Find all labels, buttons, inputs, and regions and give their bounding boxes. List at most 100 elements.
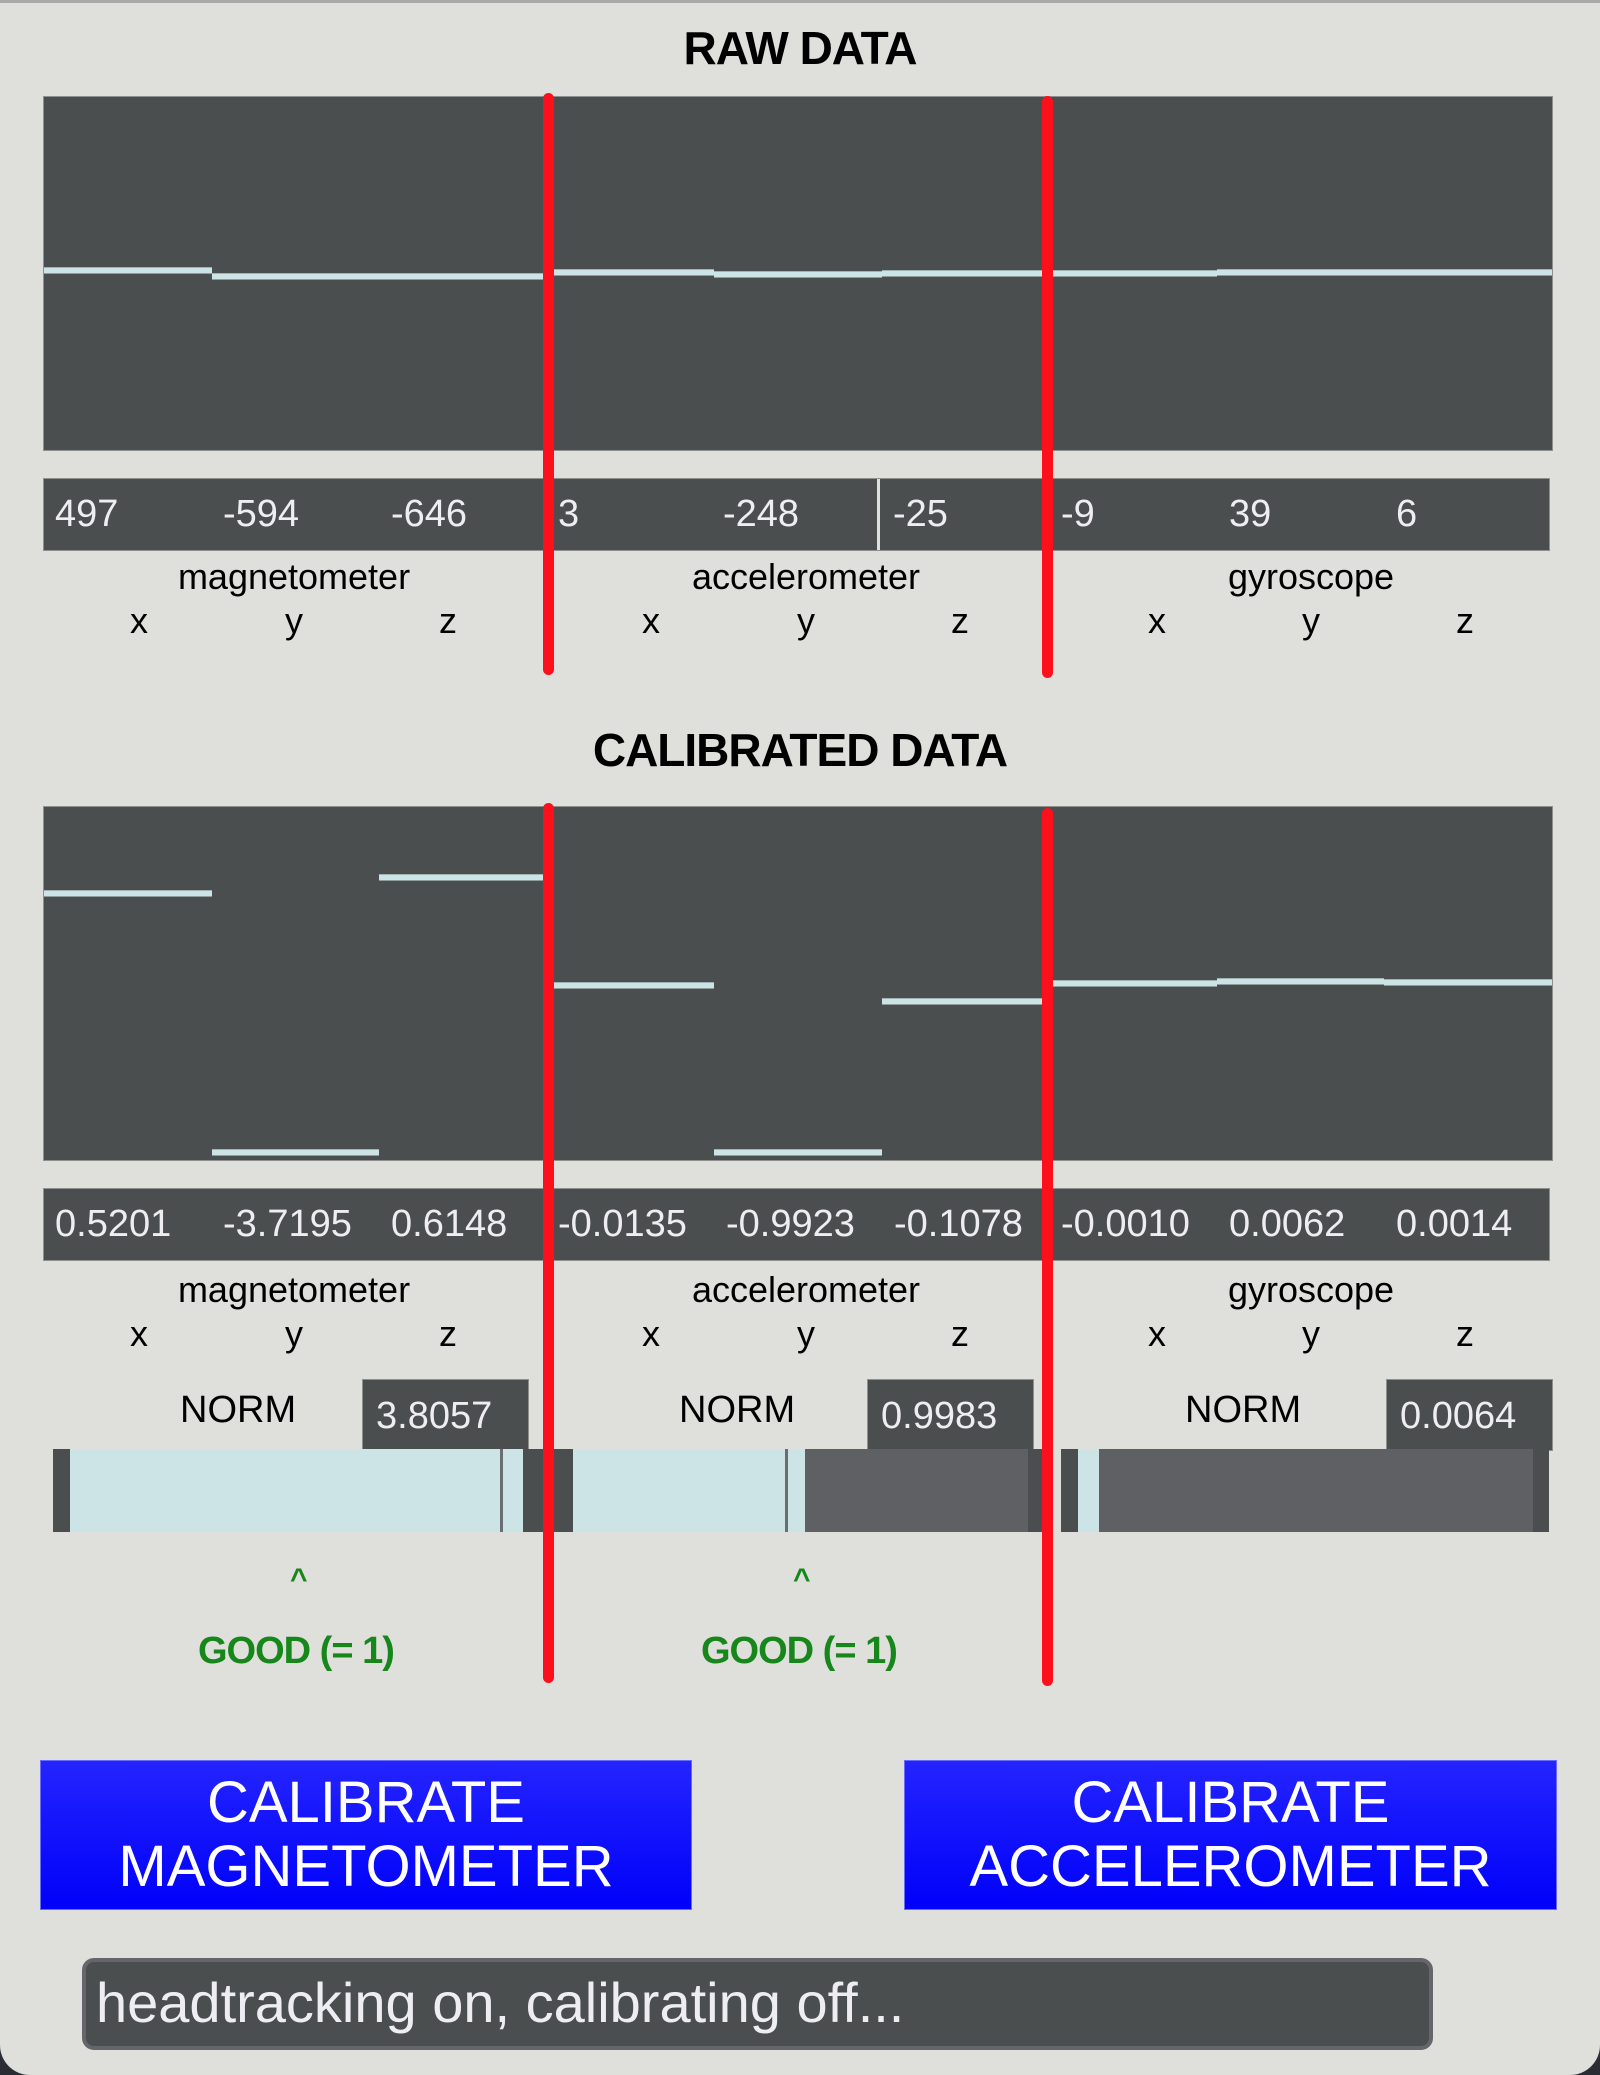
raw-mag-y-value: -594 bbox=[223, 493, 300, 535]
value-separator bbox=[877, 479, 880, 550]
calibrated-data-plot bbox=[43, 806, 1553, 1161]
mag-good-indicator: GOOD (= 1) bbox=[198, 1630, 395, 1672]
trace-mag-x bbox=[44, 890, 212, 898]
mag-norm-value: 3.8057 bbox=[362, 1379, 529, 1451]
axis-label-y: y bbox=[285, 600, 303, 641]
cal-gyro-z-value: 0.0014 bbox=[1396, 1203, 1513, 1245]
calibration-window: RAW DATA 497 -594 -646 3 -248 -25 -9 39 … bbox=[0, 0, 1600, 2075]
axis-label-z: z bbox=[951, 600, 969, 641]
trace-gyro-x bbox=[1049, 269, 1217, 277]
raw-gyroscope-label: gyroscope bbox=[1227, 556, 1395, 597]
cal-magnetometer-label: magnetometer bbox=[177, 1269, 411, 1310]
cal-mag-y-value: -3.7195 bbox=[223, 1203, 352, 1245]
raw-data-title: RAW DATA bbox=[683, 22, 917, 74]
mag-norm-meter bbox=[53, 1449, 572, 1532]
calibrated-data-title: CALIBRATED DATA bbox=[592, 724, 1008, 776]
meter-left-cap bbox=[1061, 1449, 1078, 1532]
raw-acc-y-value: -248 bbox=[723, 493, 800, 535]
acc-target-caret-icon: ^ bbox=[793, 1563, 811, 1596]
raw-mag-x-value: 497 bbox=[55, 493, 119, 535]
cal-acc-y-value: -0.9923 bbox=[726, 1203, 855, 1245]
trace-gyro-z bbox=[1384, 269, 1552, 277]
gyro-norm-label: NORM bbox=[1185, 1389, 1302, 1431]
axis-label-x: x bbox=[130, 1313, 148, 1354]
button-label-line: MAGNETOMETER bbox=[118, 1834, 614, 1899]
raw-data-plot bbox=[43, 96, 1553, 451]
axis-label-y: y bbox=[797, 1313, 815, 1354]
raw-values-row: 497 -594 -646 3 -248 -25 -9 39 6 bbox=[43, 478, 1550, 551]
trace-gyro-z bbox=[1384, 979, 1552, 987]
calibrate-accelerometer-button[interactable]: CALIBRATE ACCELEROMETER bbox=[904, 1760, 1557, 1910]
axis-label-z: z bbox=[439, 1313, 457, 1354]
meter-track bbox=[1078, 1449, 1533, 1532]
calibrate-magnetometer-button[interactable]: CALIBRATE MAGNETOMETER bbox=[40, 1760, 692, 1910]
raw-acc-x-value: 3 bbox=[558, 493, 580, 535]
axis-label-y: y bbox=[1302, 1313, 1320, 1354]
axis-label-x: x bbox=[1148, 1313, 1166, 1354]
trace-mag-y bbox=[211, 1148, 380, 1156]
gyro-norm-value: 0.0064 bbox=[1386, 1379, 1553, 1451]
axis-label-y: y bbox=[1302, 600, 1320, 641]
meter-target-tick bbox=[785, 1449, 789, 1532]
acc-norm-value: 0.9983 bbox=[867, 1379, 1034, 1451]
mag-norm-label: NORM bbox=[180, 1389, 297, 1431]
trace-mag-z bbox=[379, 272, 547, 280]
status-message: headtracking on, calibrating off... bbox=[82, 1958, 1433, 2050]
meter-fill bbox=[70, 1449, 523, 1532]
trace-mag-x bbox=[44, 266, 212, 274]
acc-good-indicator: GOOD (= 1) bbox=[701, 1630, 898, 1672]
trace-acc-z bbox=[881, 997, 1050, 1005]
meter-target-tick bbox=[500, 1449, 504, 1532]
axis-label-y: y bbox=[285, 1313, 303, 1354]
meter-left-cap bbox=[53, 1449, 70, 1532]
trace-acc-x bbox=[546, 269, 715, 277]
cal-acc-z-value: -0.1078 bbox=[894, 1203, 1023, 1245]
button-label-line: ACCELEROMETER bbox=[969, 1834, 1492, 1899]
axis-label-z: z bbox=[1456, 1313, 1474, 1354]
cal-mag-z-value: 0.6148 bbox=[391, 1203, 508, 1245]
cal-gyro-x-value: -0.0010 bbox=[1061, 1203, 1190, 1245]
section-divider-line bbox=[543, 803, 554, 1683]
section-divider-line bbox=[1042, 96, 1053, 678]
axis-label-x: x bbox=[642, 600, 660, 641]
raw-gyro-x-value: -9 bbox=[1061, 493, 1095, 535]
axis-label-x: x bbox=[642, 1313, 660, 1354]
trace-gyro-x bbox=[1049, 979, 1217, 987]
meter-fill bbox=[1078, 1449, 1099, 1532]
trace-acc-z bbox=[881, 269, 1050, 277]
cal-gyroscope-label: gyroscope bbox=[1227, 1269, 1395, 1310]
trace-gyro-y bbox=[1216, 978, 1385, 986]
raw-acc-z-value: -25 bbox=[893, 493, 948, 535]
raw-gyro-y-value: 39 bbox=[1229, 493, 1272, 535]
acc-norm-meter bbox=[527, 1449, 1044, 1532]
calibrated-values-row: 0.5201 -3.7195 0.6148 -0.0135 -0.9923 -0… bbox=[43, 1188, 1550, 1261]
cal-gyro-y-value: 0.0062 bbox=[1229, 1203, 1346, 1245]
raw-mag-z-value: -646 bbox=[391, 493, 468, 535]
cal-accelerometer-label: accelerometer bbox=[691, 1269, 921, 1310]
trace-acc-y bbox=[714, 1148, 882, 1156]
section-divider-line bbox=[543, 93, 554, 675]
raw-gyro-z-value: 6 bbox=[1396, 493, 1418, 535]
axis-label-x: x bbox=[1148, 600, 1166, 641]
cal-acc-x-value: -0.0135 bbox=[558, 1203, 687, 1245]
acc-norm-label: NORM bbox=[679, 1389, 796, 1431]
trace-gyro-y bbox=[1216, 269, 1385, 277]
axis-label-y: y bbox=[797, 600, 815, 641]
cal-mag-x-value: 0.5201 bbox=[55, 1203, 172, 1245]
meter-right-cap bbox=[1533, 1449, 1549, 1532]
button-label-line: CALIBRATE bbox=[206, 1770, 525, 1835]
trace-mag-z bbox=[379, 874, 547, 882]
axis-label-z: z bbox=[1456, 600, 1474, 641]
trace-acc-x bbox=[546, 981, 715, 989]
section-divider-line bbox=[1042, 808, 1053, 1686]
axis-label-z: z bbox=[951, 1313, 969, 1354]
button-label-line: CALIBRATE bbox=[1071, 1770, 1390, 1835]
axis-label-z: z bbox=[439, 600, 457, 641]
raw-magnetometer-label: magnetometer bbox=[177, 556, 411, 597]
trace-mag-y bbox=[211, 272, 380, 280]
raw-accelerometer-label: accelerometer bbox=[691, 556, 921, 597]
gyro-norm-meter bbox=[1061, 1449, 1549, 1532]
axis-label-x: x bbox=[130, 600, 148, 641]
mag-target-caret-icon: ^ bbox=[290, 1563, 308, 1596]
meter-fill bbox=[573, 1449, 806, 1532]
